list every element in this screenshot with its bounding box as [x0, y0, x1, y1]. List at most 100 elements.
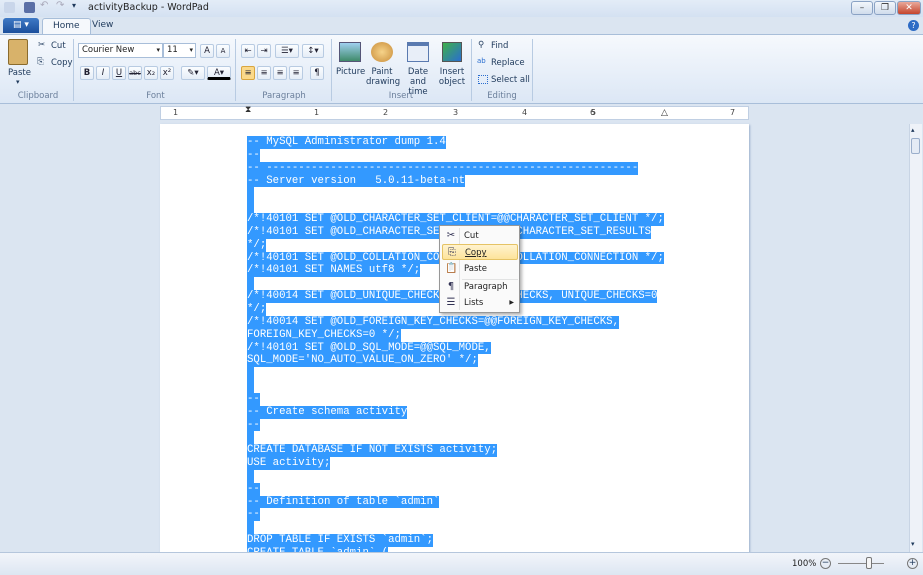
font-size-select[interactable]: 11 ▾ — [163, 43, 196, 58]
selected-text: -- — [247, 482, 260, 496]
justify-button[interactable]: ≡ — [289, 66, 303, 80]
increase-indent-button[interactable]: ⇥ — [257, 44, 271, 58]
restore-button[interactable]: ❐ — [874, 1, 896, 15]
document-line: -- MySQL Administrator dump 1.4 — [247, 136, 664, 149]
zoom-in-button[interactable]: + — [907, 558, 918, 569]
insert-object-icon[interactable] — [442, 42, 462, 62]
menu-item-label: Lists — [464, 298, 484, 308]
document-line: -- Server version 5.0.11-beta-nt — [247, 174, 664, 188]
font-color-button[interactable]: A▾ — [207, 66, 231, 80]
minimize-button[interactable]: – — [851, 1, 873, 15]
select-all-button[interactable]: Select all — [491, 75, 530, 85]
save-icon[interactable] — [24, 2, 35, 13]
superscript-button[interactable]: x² — [160, 66, 174, 80]
menu-item-paste[interactable]: 📋 Paste — [442, 261, 518, 277]
list-icon: ☰ — [446, 297, 456, 308]
close-button[interactable]: ✕ — [897, 1, 921, 15]
picture-button[interactable]: Picture — [336, 67, 365, 77]
menu-item-paragraph[interactable]: ¶ Paragraph — [442, 279, 518, 295]
shrink-font-button[interactable]: A — [216, 44, 230, 58]
ruler-mark: 3 — [453, 108, 459, 117]
find-button[interactable]: Find — [491, 41, 508, 51]
menu-item-label: Cut — [464, 231, 479, 241]
font-family-select[interactable]: Courier New ▾ — [78, 43, 163, 58]
scroll-up-icon[interactable]: ▴ — [911, 126, 915, 134]
indent-marker-icon[interactable]: ⧗ — [245, 104, 251, 116]
document-line — [247, 200, 664, 214]
selected-text — [247, 367, 254, 381]
window-title: activityBackup - WordPad — [88, 2, 209, 13]
scroll-down-icon[interactable]: ▾ — [911, 540, 915, 548]
selected-text: -- — [247, 418, 260, 432]
selected-text: */; — [247, 238, 267, 252]
align-right-button[interactable]: ≡ — [273, 66, 287, 80]
menu-item-copy[interactable]: ⎘ Copy — [442, 244, 518, 260]
replace-button[interactable]: Replace — [491, 58, 525, 68]
zoom-slider[interactable] — [838, 563, 884, 564]
zoom-out-button[interactable]: − — [820, 558, 831, 569]
selected-text: /*!40101 SET @OLD_CHARACTER_SET_CLIENT=@… — [247, 213, 664, 226]
ruler-mark: 6 — [590, 108, 596, 117]
right-indent-marker-icon[interactable]: △ — [661, 107, 668, 119]
highlight-color-button[interactable]: ✎▾ — [181, 66, 205, 80]
paragraph-settings-button[interactable]: ¶ — [310, 66, 324, 80]
document-line — [247, 380, 664, 393]
selected-text: -- Definition of table `admin` — [247, 495, 440, 509]
undo-icon[interactable]: ↶ — [40, 0, 51, 11]
paint-drawing-icon[interactable] — [371, 42, 393, 62]
grow-font-button[interactable]: A — [200, 44, 214, 58]
document-line: -- — [247, 418, 664, 432]
italic-button[interactable]: I — [96, 66, 110, 80]
menu-item-cut[interactable]: ✂ Cut — [442, 228, 518, 244]
bold-button[interactable]: B — [80, 66, 94, 80]
app-icon — [4, 2, 15, 13]
document-line: -- Definition of table `admin` — [247, 495, 664, 509]
insert-object-button[interactable]: Insert object — [438, 67, 466, 87]
paint-drawing-button[interactable]: Paint drawing — [366, 67, 400, 87]
align-center-button[interactable]: ≡ — [257, 66, 271, 80]
document-text[interactable]: -- MySQL Administrator dump 1.4 -- -- ----… — [247, 136, 664, 554]
menu-item-label: Paste — [464, 264, 487, 274]
align-left-button[interactable]: ≡ — [241, 66, 255, 80]
document-line: /*!40014 SET @OLD_FOREIGN_KEY_CHECKS=@@F… — [247, 315, 664, 329]
picture-icon[interactable] — [339, 42, 361, 62]
title-bar: ↶ ↷ ▾ activityBackup - WordPad – ❐ ✕ — [0, 0, 923, 17]
font-size-value: 11 — [167, 45, 178, 55]
selected-text: CREATE DATABASE IF NOT EXISTS activity; — [247, 444, 498, 458]
cut-button[interactable]: Cut — [51, 41, 66, 51]
paragraph-icon: ¶ — [447, 281, 455, 292]
paste-button[interactable]: Paste — [8, 68, 31, 78]
selected-text: */; — [247, 302, 267, 316]
group-label-paragraph: Paragraph — [262, 91, 306, 101]
submenu-arrow-icon: ▶ — [509, 299, 514, 306]
document-line: SQL_MODE='NO_AUTO_VALUE_ON_ZERO' */; — [247, 354, 664, 368]
strikethrough-button[interactable]: abc — [128, 66, 142, 80]
decrease-indent-button[interactable]: ⇤ — [241, 44, 255, 58]
selected-text — [247, 469, 254, 483]
copy-icon: ⎘ — [448, 247, 456, 258]
bullets-button[interactable]: ☰▾ — [275, 44, 299, 58]
redo-icon[interactable]: ↷ — [56, 0, 67, 11]
group-label-editing: Editing — [487, 91, 517, 101]
zoom-slider-thumb[interactable] — [866, 557, 872, 569]
paste-icon[interactable] — [8, 39, 28, 65]
help-icon[interactable]: ? — [908, 20, 919, 31]
document-line — [247, 367, 664, 381]
date-time-icon[interactable] — [407, 42, 429, 62]
document-line: /*!40101 SET @OLD_SQL_MODE=@@SQL_MODE, — [247, 341, 664, 355]
tab-view[interactable]: View — [82, 18, 123, 34]
subscript-button[interactable]: x₂ — [144, 66, 158, 80]
document-line: USE activity; — [247, 457, 664, 470]
customize-quick-access-icon[interactable]: ▾ — [72, 1, 83, 12]
selected-text — [247, 521, 254, 535]
ruler[interactable]: 1 ⧗ 1 2 3 4 5 △ 6 7 — [160, 104, 749, 120]
vertical-scrollbar[interactable]: ▴ ▾ — [909, 124, 922, 552]
copy-button[interactable]: Copy — [51, 58, 73, 68]
menu-item-lists[interactable]: ☰ Lists ▶ — [442, 295, 518, 311]
line-spacing-button[interactable]: ↕▾ — [302, 44, 324, 58]
underline-button[interactable]: U — [112, 66, 126, 80]
document-page[interactable]: -- MySQL Administrator dump 1.4 -- -- ----… — [160, 124, 749, 554]
application-menu-button[interactable]: ▤ ▾ — [3, 18, 39, 33]
scrollbar-thumb[interactable] — [911, 138, 920, 154]
paste-dropdown-icon[interactable]: ▾ — [16, 78, 20, 86]
